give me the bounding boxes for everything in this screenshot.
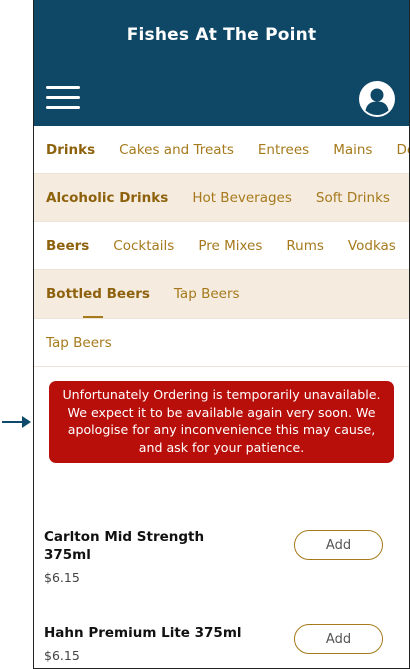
tab-tap-beers[interactable]: Tap Beers [162,286,252,302]
add-button[interactable]: Add [294,624,383,654]
product-item: Carlton Mid Strength 375ml $6.15 Add [44,528,399,585]
tab-vodkas[interactable]: Vodkas [336,238,408,254]
arrow-right-icon [2,415,32,429]
tab-rums[interactable]: Rums [274,238,336,254]
ordering-unavailable-notice: Unfortunately Ordering is temporarily un… [49,381,394,463]
tab-soft-drinks[interactable]: Soft Drinks [304,190,402,206]
tab-mains[interactable]: Mains [321,142,384,158]
tab-whisky[interactable]: Wh [408,238,409,254]
product-name: Carlton Mid Strength 375ml [44,529,205,563]
tab-beers[interactable]: Beers [34,238,101,254]
active-tab-indicator [83,316,103,318]
app-frame: Fishes At The Point Drinks Cakes and Tre… [33,0,410,669]
user-account-icon[interactable] [359,81,395,117]
tab-desserts[interactable]: Desse [384,142,409,158]
app-header: Fishes At The Point [34,0,409,126]
tab-bottled-beers[interactable]: Bottled Beers [34,286,162,302]
product-name: Hahn Premium Lite 375ml [44,625,242,641]
section-label-tap-beers[interactable]: Tap Beers [34,335,124,351]
tab-pre-mixes[interactable]: Pre Mixes [186,238,274,254]
tab-drinks[interactable]: Drinks [34,142,107,158]
drink-type-tabs: Alcoholic Drinks Hot Beverages Soft Drin… [34,174,409,222]
tab-cocktails[interactable]: Cocktails [101,238,186,254]
hamburger-menu-icon[interactable] [46,86,80,112]
alcohol-type-tabs: Beers Cocktails Pre Mixes Rums Vodkas Wh [34,222,409,270]
beer-type-tabs: Bottled Beers Tap Beers [34,270,409,319]
product-item: Hahn Premium Lite 375ml $6.15 Add [44,624,399,663]
add-button[interactable]: Add [294,530,383,560]
tab-entrees[interactable]: Entrees [246,142,321,158]
tab-cakes-and-treats[interactable]: Cakes and Treats [107,142,246,158]
section-row: Tap Beers [34,319,409,367]
tab-alcoholic-drinks[interactable]: Alcoholic Drinks [34,190,180,206]
category-tabs: Drinks Cakes and Treats Entrees Mains De… [34,126,409,174]
tab-hot-beverages[interactable]: Hot Beverages [180,190,304,206]
product-price: $6.15 [44,570,80,585]
page-title: Fishes At The Point [126,25,317,45]
